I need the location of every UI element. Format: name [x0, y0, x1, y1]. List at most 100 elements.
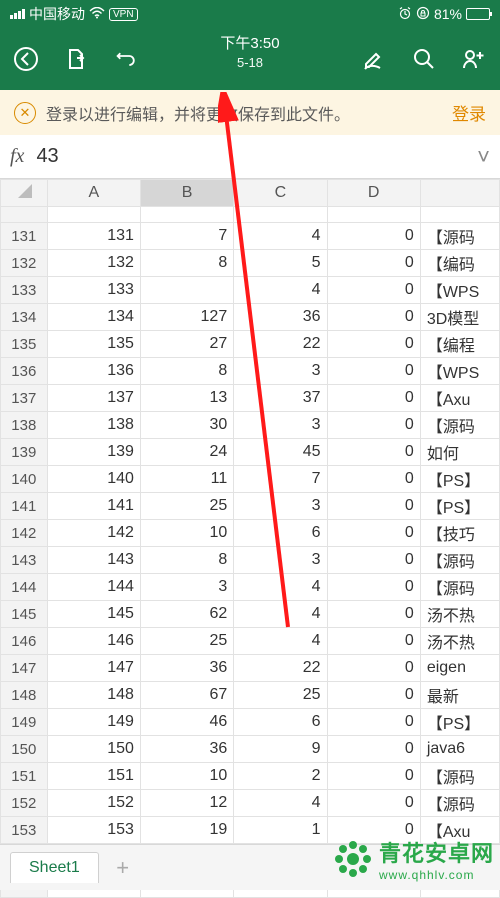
cell[interactable]: 汤不热 — [420, 628, 499, 655]
cell[interactable]: 24 — [140, 439, 233, 466]
cell[interactable]: 149 — [47, 709, 140, 736]
cell[interactable]: 3 — [234, 412, 327, 439]
table-row[interactable]: 1401401170【PS】 — [1, 466, 500, 493]
row-header[interactable]: 137 — [1, 385, 48, 412]
cell[interactable] — [234, 207, 327, 223]
table-row[interactable]: 1511511020【源码 — [1, 763, 500, 790]
col-header-b[interactable]: B — [140, 180, 233, 207]
cell[interactable]: 汤不热 — [420, 601, 499, 628]
table-row[interactable]: 1421421060【技巧 — [1, 520, 500, 547]
cell[interactable]: 146 — [47, 628, 140, 655]
cell[interactable]: 4 — [234, 223, 327, 250]
cell[interactable]: 4 — [234, 574, 327, 601]
row-header[interactable]: 141 — [1, 493, 48, 520]
table-row[interactable]: 13913924450如何 — [1, 439, 500, 466]
col-header-d[interactable]: D — [327, 180, 420, 207]
table-row[interactable]: 1461462540汤不热 — [1, 628, 500, 655]
cell[interactable]: 0 — [327, 763, 420, 790]
cell[interactable]: 140 — [47, 466, 140, 493]
table-row[interactable]: 1381383030【源码 — [1, 412, 500, 439]
row-header[interactable]: 147 — [1, 655, 48, 682]
cell[interactable]: 36 — [140, 655, 233, 682]
cell[interactable]: 46 — [140, 709, 233, 736]
table-row[interactable] — [1, 207, 500, 223]
formula-value[interactable]: 43 — [36, 145, 477, 168]
cell[interactable]: 0 — [327, 358, 420, 385]
formula-bar[interactable]: fx 43 ˅ — [0, 135, 500, 179]
select-all-corner[interactable] — [1, 180, 48, 207]
cell[interactable]: 3 — [234, 493, 327, 520]
spreadsheet-grid[interactable]: A B C D 131131740【源码132132850【编码13313340… — [0, 179, 500, 898]
table-row[interactable]: 1341341273603D模型 — [1, 304, 500, 331]
cell[interactable]: 0 — [327, 682, 420, 709]
row-header[interactable]: 153 — [1, 817, 48, 844]
cell[interactable]: 0 — [327, 223, 420, 250]
cell[interactable] — [420, 207, 499, 223]
undo-button[interactable] — [112, 45, 140, 73]
cell[interactable]: 141 — [47, 493, 140, 520]
cell[interactable]: 19 — [140, 817, 233, 844]
col-header-e[interactable] — [420, 180, 499, 207]
edit-button[interactable] — [360, 45, 388, 73]
cell[interactable]: 0 — [327, 331, 420, 358]
cell[interactable]: 22 — [234, 331, 327, 358]
row-header[interactable]: 132 — [1, 250, 48, 277]
back-button[interactable] — [12, 45, 40, 73]
cell[interactable]: 如何 — [420, 439, 499, 466]
cell[interactable]: 25 — [140, 493, 233, 520]
cell[interactable]: 【PS】 — [420, 466, 499, 493]
table-row[interactable]: 13513527220【编程 — [1, 331, 500, 358]
cell[interactable]: 8 — [140, 358, 233, 385]
row-header[interactable]: 134 — [1, 304, 48, 331]
cell[interactable]: 0 — [327, 601, 420, 628]
cell[interactable]: 【WPS — [420, 358, 499, 385]
cell[interactable]: 36 — [234, 304, 327, 331]
cell[interactable]: 139 — [47, 439, 140, 466]
col-header-c[interactable]: C — [234, 180, 327, 207]
file-export-button[interactable] — [62, 45, 90, 73]
cell[interactable]: 3 — [140, 574, 233, 601]
row-header[interactable]: 152 — [1, 790, 48, 817]
cell[interactable]: 3D模型 — [420, 304, 499, 331]
close-icon[interactable]: ✕ — [14, 102, 36, 124]
cell[interactable] — [140, 277, 233, 304]
table-row[interactable]: 143143830【源码 — [1, 547, 500, 574]
cell[interactable]: 6 — [234, 709, 327, 736]
cell[interactable]: 10 — [140, 520, 233, 547]
cell[interactable]: 30 — [140, 412, 233, 439]
cell[interactable]: 【技巧 — [420, 520, 499, 547]
cell[interactable]: 153 — [47, 817, 140, 844]
table-row[interactable]: 136136830【WPS — [1, 358, 500, 385]
row-header[interactable]: 136 — [1, 358, 48, 385]
table-row[interactable]: 13313340【WPS — [1, 277, 500, 304]
cell[interactable]: 25 — [234, 682, 327, 709]
cell[interactable]: 【Axu — [420, 385, 499, 412]
cell[interactable]: 4 — [234, 790, 327, 817]
sheet-tab-active[interactable]: Sheet1 — [10, 852, 99, 883]
cell[interactable]: 0 — [327, 466, 420, 493]
cell[interactable]: 13 — [140, 385, 233, 412]
cell[interactable]: 0 — [327, 655, 420, 682]
row-header[interactable]: 135 — [1, 331, 48, 358]
cell[interactable]: 134 — [47, 304, 140, 331]
row-header[interactable]: 139 — [1, 439, 48, 466]
row-header[interactable]: 150 — [1, 736, 48, 763]
table-row[interactable]: 13713713370【Axu — [1, 385, 500, 412]
cell[interactable]: 152 — [47, 790, 140, 817]
cell[interactable]: 0 — [327, 736, 420, 763]
cell[interactable]: 144 — [47, 574, 140, 601]
table-row[interactable]: 1501503690java6 — [1, 736, 500, 763]
search-button[interactable] — [410, 45, 438, 73]
row-header[interactable]: 143 — [1, 547, 48, 574]
cell[interactable]: 135 — [47, 331, 140, 358]
cell[interactable]: 4 — [234, 601, 327, 628]
cell[interactable]: 133 — [47, 277, 140, 304]
cell[interactable]: 4 — [234, 277, 327, 304]
cell[interactable]: 148 — [47, 682, 140, 709]
cell[interactable]: 127 — [140, 304, 233, 331]
cell[interactable] — [140, 207, 233, 223]
cell[interactable]: 0 — [327, 304, 420, 331]
cell[interactable]: 0 — [327, 574, 420, 601]
cell[interactable]: 【源码 — [420, 763, 499, 790]
add-sheet-button[interactable]: + — [105, 855, 141, 881]
